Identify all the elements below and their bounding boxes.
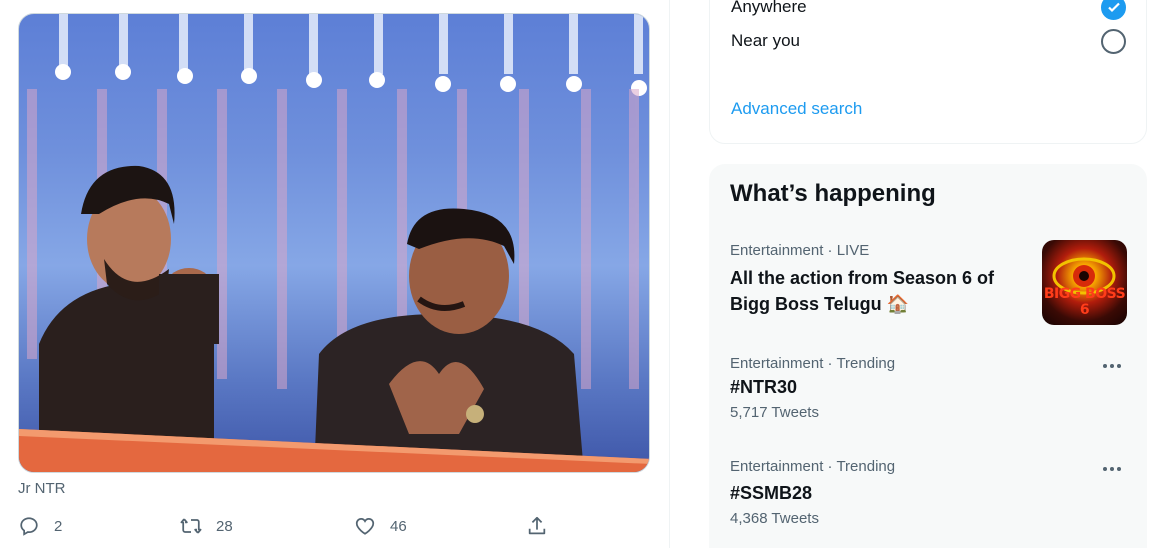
trend-item[interactable]: Entertainment · Trending #NTR30 5,717 Tw…: [730, 355, 1127, 445]
reply-icon: [20, 517, 38, 536]
tweet: Jr NTR 2 28 46: [0, 0, 670, 548]
trend-meta: Entertainment · Trending: [730, 458, 896, 475]
tweet-photo[interactable]: [18, 13, 650, 473]
trend-item[interactable]: Entertainment · LIVE All the action from…: [730, 240, 1127, 332]
trend-meta: Entertainment · Trending: [730, 355, 896, 372]
trend-tweet-count: 5,717 Tweets: [730, 404, 819, 421]
advanced-search-link[interactable]: Advanced search: [731, 99, 862, 119]
trend-thumbnail-label: BIGG BOSS 6: [1043, 286, 1126, 318]
share-button[interactable]: [526, 514, 548, 538]
trend-title: All the action from Season 6 of Bigg Bos…: [730, 268, 995, 314]
trend-title: #NTR30: [730, 377, 798, 397]
more-icon[interactable]: [1099, 462, 1125, 476]
checkmark-icon: [1107, 2, 1120, 13]
location-option-near-you[interactable]: Near you: [731, 27, 1126, 55]
like-icon: [355, 517, 375, 535]
trend-item[interactable]: Entertainment · Trending #SSMB28 4,368 T…: [730, 458, 1127, 548]
search-filters-card: Anywhere Near you Advanced search: [709, 0, 1147, 144]
retweet-icon: [180, 518, 202, 534]
reply-button[interactable]: 2: [18, 514, 62, 538]
whats-happening-panel: What’s happening Entertainment · LIVE Al…: [709, 164, 1147, 548]
trend-title: #SSMB28: [730, 483, 813, 503]
location-option-label: Near you: [731, 31, 800, 50]
photo-illustration: [19, 14, 649, 472]
location-option-label: Anywhere: [731, 0, 807, 16]
retweet-count: 28: [216, 517, 233, 535]
anywhere-radio[interactable]: [1101, 0, 1126, 20]
more-icon[interactable]: [1099, 359, 1125, 373]
retweet-button[interactable]: 28: [180, 514, 233, 538]
reply-count: 2: [54, 517, 63, 535]
near-you-radio[interactable]: [1101, 28, 1126, 54]
trend-tweet-count: 4,368 Tweets: [730, 510, 819, 527]
panel-title: What’s happening: [730, 180, 936, 207]
tweet-actions: 2 28 46: [18, 514, 558, 538]
like-button[interactable]: 46: [354, 514, 407, 538]
like-count: 46: [390, 517, 407, 535]
tweet-caption: Jr NTR: [18, 480, 66, 497]
trend-thumbnail: BIGG BOSS 6: [1042, 240, 1127, 325]
location-option-anywhere[interactable]: Anywhere: [731, 0, 1126, 21]
share-icon: [528, 516, 546, 535]
